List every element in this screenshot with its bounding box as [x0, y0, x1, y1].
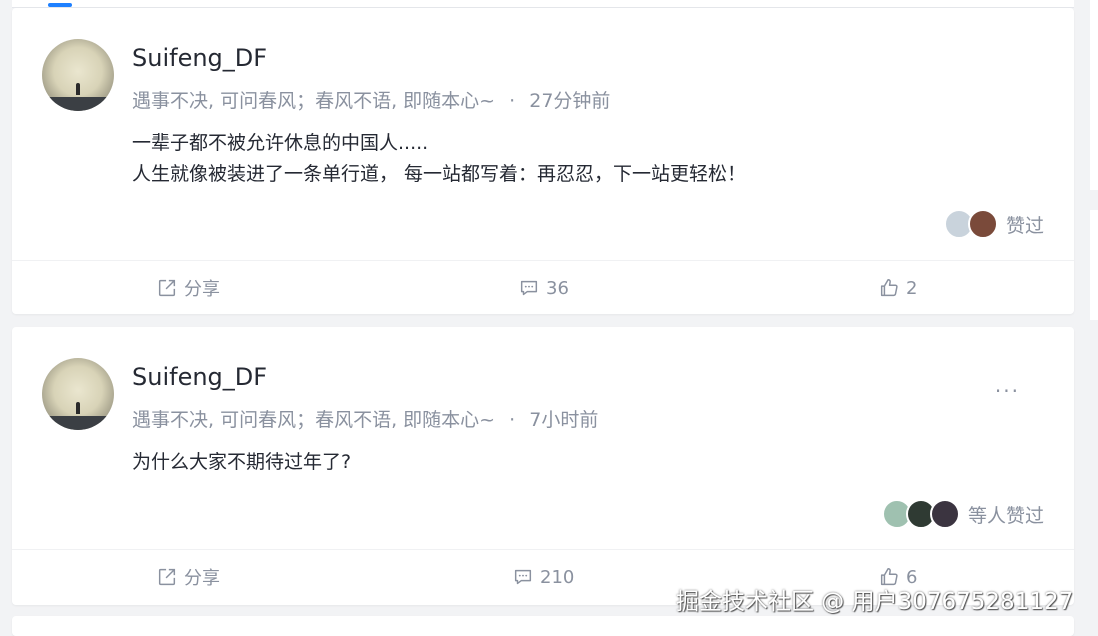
user-bio: 遇事不决, 可问春风；春风不语, 即随本心~: [132, 90, 496, 112]
comment-button[interactable]: 210: [512, 550, 574, 604]
share-label: 分享: [184, 279, 220, 300]
likers-row[interactable]: 赞过: [943, 209, 1044, 239]
comment-count: 210: [540, 566, 575, 588]
post-time: 27分钟前: [529, 90, 611, 112]
share-button[interactable]: 分享: [156, 550, 220, 604]
liker-avatar[interactable]: [929, 499, 960, 529]
sidebar-panel: [1090, 0, 1098, 190]
feed-tab-bar: [12, 0, 1074, 8]
comment-button[interactable]: 36: [518, 261, 569, 315]
content-line: 人生就像被装进了一条单行道， 每一站都写着：再忍忍，下一站更轻松！: [132, 163, 747, 185]
likers-row[interactable]: 等人赞过: [881, 499, 1044, 529]
post-card: [12, 616, 1074, 636]
comment-icon: [514, 569, 532, 585]
username[interactable]: Suifeng_DF: [132, 44, 267, 72]
active-tab-indicator: [48, 3, 72, 7]
content-line: 为什么大家不期待过年了?: [132, 451, 352, 473]
post-content[interactable]: 一辈子都不被允许休息的中国人..... 人生就像被装进了一条单行道， 每一站都写…: [132, 128, 746, 190]
avatar[interactable]: [42, 39, 114, 111]
post-card: Suifeng_DF 遇事不决, 可问春风；春风不语, 即随本心~ · 27分钟…: [12, 8, 1074, 314]
thumbs-up-icon: [880, 279, 898, 297]
post-card: Suifeng_DF ··· 遇事不决, 可问春风；春风不语, 即随本心~ · …: [12, 327, 1074, 605]
username[interactable]: Suifeng_DF: [132, 363, 267, 391]
share-icon: [158, 568, 176, 586]
like-count: 2: [906, 277, 918, 299]
share-label: 分享: [184, 568, 220, 589]
content-line: 一辈子都不被允许休息的中国人.....: [132, 132, 429, 154]
post-time: 7小时前: [529, 409, 599, 431]
more-options-button[interactable]: ···: [995, 379, 1020, 403]
watermark: 掘金技术社区 @ 用户307675281127: [676, 589, 1074, 615]
sidebar-panel: [1090, 210, 1098, 320]
comment-icon: [520, 280, 538, 296]
liker-avatar[interactable]: [967, 209, 998, 239]
share-button[interactable]: 分享: [156, 261, 220, 315]
share-icon: [158, 279, 176, 297]
meta-separator: ·: [509, 90, 516, 112]
avatar[interactable]: [42, 358, 114, 430]
action-bar: 分享 36 2: [12, 260, 1074, 315]
meta-separator: ·: [509, 409, 516, 431]
post-meta: 遇事不决, 可问春风；春风不语, 即随本心~ · 7小时前: [132, 405, 598, 432]
likers-label: 赞过: [1005, 214, 1044, 237]
post-content[interactable]: 为什么大家不期待过年了?: [132, 447, 351, 478]
user-bio: 遇事不决, 可问春风；春风不语, 即随本心~: [132, 409, 496, 431]
like-button[interactable]: 2: [878, 261, 917, 315]
post-meta: 遇事不决, 可问春风；春风不语, 即随本心~ · 27分钟前: [132, 86, 610, 113]
comment-count: 36: [546, 277, 569, 299]
likers-label: 等人赞过: [967, 504, 1044, 527]
